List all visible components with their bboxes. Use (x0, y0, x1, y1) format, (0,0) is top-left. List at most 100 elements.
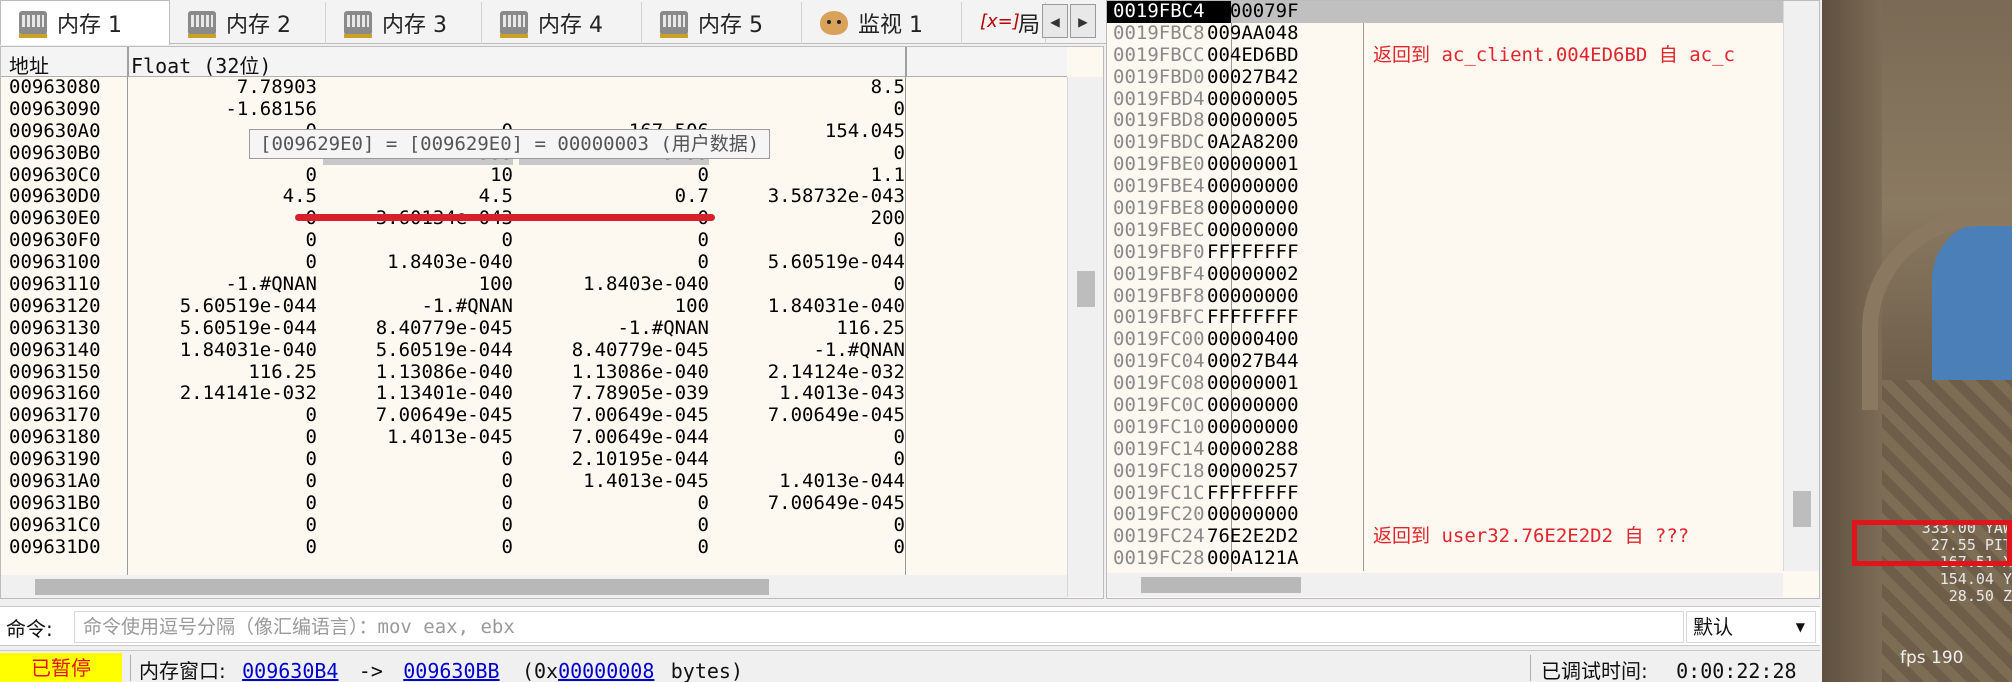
float-value[interactable]: 1.8403e-040 (519, 273, 709, 296)
float-value[interactable]: 1.13401e-040 (323, 383, 513, 405)
stack-row[interactable]: 0019FBE8 00000000 (1107, 197, 1819, 220)
tab-memory-3[interactable]: 内存 3 (326, 2, 482, 44)
float-value[interactable]: 0 (323, 514, 513, 537)
float-value[interactable]: 7.00649e-045 (323, 404, 513, 427)
float-value[interactable]: 0 (323, 448, 513, 471)
memory-row[interactable]: 00963140 1.84031e-040 5.60519e-044 8.40779e… (1, 339, 1067, 362)
memory-row[interactable]: 00963120 5.60519e-044 -1.#QNAN 100 1.84031e-… (1, 295, 1067, 318)
float-value[interactable]: 0 (715, 448, 905, 471)
float-value[interactable]: -1.#QNAN (519, 317, 709, 340)
memory-row[interactable]: 00963110 -1.#QNAN 100 1.8403e-040 0 (1, 273, 1067, 296)
selection-end-link[interactable]: 009630BB (403, 659, 499, 682)
float-value[interactable]: 1.4013e-044 (715, 470, 905, 493)
float-value[interactable]: 0 (323, 536, 513, 559)
float-value[interactable]: 0 (519, 164, 709, 187)
format-column-header[interactable]: Float (32位) (131, 50, 271, 79)
float-value[interactable]: 0 (323, 229, 513, 252)
stack-row[interactable]: 0019FC14 00000288 (1107, 438, 1819, 461)
float-value[interactable]: 0 (323, 492, 513, 515)
stack-row[interactable]: 0019FBE0 00000001 (1107, 153, 1819, 176)
memory-row[interactable]: 009630D0 4.5 4.5 0.7 3.58732e-043 (1, 186, 1067, 208)
float-value[interactable]: 5.60519e-044 (323, 339, 513, 362)
selection-size-link[interactable]: 00000008 (558, 659, 654, 682)
memory-row[interactable]: 009630F0 0 0 0 0 (1, 229, 1067, 252)
memory-row[interactable]: 009630C0 0 10 0 1.1 (1, 164, 1067, 187)
tab-watch-1[interactable]: 监视 1 (802, 2, 962, 44)
float-value[interactable]: 0 (715, 229, 905, 252)
memory-vertical-scrollbar[interactable] (1067, 77, 1103, 597)
stack-row[interactable]: 0019FBD0 00027B42 (1107, 66, 1819, 89)
float-value[interactable]: 0 (715, 98, 905, 121)
float-value[interactable]: 0 (323, 470, 513, 493)
stack-row[interactable]: 0019FC10 00000000 (1107, 416, 1819, 439)
memory-row[interactable]: 009631B0 0 0 0 7.00649e-045 (1, 492, 1067, 515)
float-value[interactable]: 7.00649e-045 (715, 404, 905, 427)
stack-row[interactable]: 0019FBF8 00000000 (1107, 285, 1819, 308)
float-value[interactable]: 0 (715, 273, 905, 296)
stack-row[interactable]: 0019FBEC 00000000 (1107, 219, 1819, 242)
float-value[interactable]: 0 (127, 514, 317, 537)
float-value[interactable]: 2.14124e-032 (715, 361, 905, 384)
float-value[interactable]: 1.4013e-045 (323, 426, 513, 449)
stack-row[interactable]: 0019FBCC 004ED6BD 返回到 ac_client.004ED6BD 自… (1107, 44, 1819, 67)
float-value[interactable]: 5.60519e-044 (715, 251, 905, 274)
float-value[interactable]: 2.14141e-032 (127, 383, 317, 405)
scroll-thumb[interactable] (1077, 271, 1095, 307)
float-value[interactable]: 100 (323, 273, 513, 296)
stack-row[interactable]: 0019FBF4 00000002 (1107, 263, 1819, 286)
float-value[interactable]: 5.60519e-044 (127, 295, 317, 318)
float-value[interactable]: 7.78903 (127, 76, 317, 99)
float-value[interactable]: 0 (519, 229, 709, 252)
memory-row[interactable]: 00963180 0 1.4013e-045 7.00649e-044 0 (1, 426, 1067, 449)
stack-vertical-scrollbar[interactable] (1783, 1, 1819, 571)
tab-memory-5[interactable]: 内存 5 (642, 2, 802, 44)
column-divider[interactable] (905, 47, 907, 77)
stack-row[interactable]: 0019FBFC FFFFFFFF (1107, 307, 1819, 329)
memory-row[interactable]: 00963130 5.60519e-044 8.40779e-045 -1.#QNAN… (1, 317, 1067, 340)
float-value[interactable]: 4.5 (127, 186, 317, 208)
float-value[interactable]: 0 (127, 251, 317, 274)
float-value[interactable]: 7.00649e-044 (519, 426, 709, 449)
float-value[interactable]: 116.25 (715, 317, 905, 340)
float-value[interactable]: 8.40779e-045 (323, 317, 513, 340)
memory-row[interactable]: 00963090 -1.68156 0 (1, 98, 1067, 121)
tab-scroll-right-button[interactable]: ▶ (1070, 4, 1096, 38)
stack-row[interactable]: 0019FC18 00000257 (1107, 460, 1819, 483)
float-value[interactable]: 0 (519, 492, 709, 515)
float-value[interactable]: 0 (127, 470, 317, 493)
float-value[interactable]: 0 (127, 448, 317, 471)
stack-row[interactable]: 0019FC24 76E2E2D2 返回到 user32.76E2E2D2 自 ??… (1107, 525, 1819, 548)
memory-row[interactable]: 00963100 0 1.8403e-040 0 5.60519e-044 (1, 251, 1067, 274)
float-value[interactable]: 4.5 (323, 186, 513, 208)
memory-row[interactable]: 009631A0 0 0 1.4013e-045 1.4013e-044 (1, 470, 1067, 493)
float-value[interactable]: 100 (519, 295, 709, 318)
float-value[interactable]: 7.78905e-039 (519, 383, 709, 405)
memory-row[interactable]: 00963150 116.25 1.13086e-040 1.13086e-040 2.… (1, 361, 1067, 384)
memory-row[interactable]: 00963190 0 0 2.10195e-044 0 (1, 448, 1067, 471)
float-value[interactable]: 1.13086e-040 (519, 361, 709, 384)
float-value[interactable]: 1.84031e-040 (715, 295, 905, 318)
command-mode-select[interactable]: 默认 ▼ (1686, 611, 1816, 643)
float-value[interactable]: -1.#QNAN (323, 295, 513, 318)
float-value[interactable]: 0 (715, 426, 905, 449)
stack-row[interactable]: 0019FBD4 00000005 (1107, 88, 1819, 111)
tab-memory-2[interactable]: 内存 2 (170, 2, 326, 44)
float-value[interactable]: 0 (127, 404, 317, 427)
float-value[interactable]: 1.8403e-040 (323, 251, 513, 274)
tab-memory-4[interactable]: 内存 4 (482, 2, 642, 44)
selection-start-link[interactable]: 009630B4 (242, 659, 338, 682)
stack-row[interactable]: 0019FC28 000A121A (1107, 547, 1819, 570)
scroll-thumb[interactable] (1793, 491, 1811, 527)
float-value[interactable]: 5.60519e-044 (127, 317, 317, 340)
stack-row[interactable]: 0019FC04 00027B44 (1107, 350, 1819, 373)
stack-row[interactable]: 0019FC08 00000001 (1107, 372, 1819, 395)
float-value[interactable]: -1.#QNAN (715, 339, 905, 362)
float-value[interactable]: 116.25 (127, 361, 317, 384)
stack-row[interactable]: 0019FBC8 009AA048 (1107, 22, 1819, 45)
memory-row[interactable]: 00963080 7.78903 8.5 (1, 76, 1067, 99)
float-value[interactable]: 8.40779e-045 (519, 339, 709, 362)
float-value[interactable]: -1.68156 (127, 98, 317, 121)
float-value[interactable]: 1.13086e-040 (323, 361, 513, 384)
float-value[interactable]: 3.58732e-043 (715, 186, 905, 208)
float-value[interactable]: 0 (519, 251, 709, 274)
